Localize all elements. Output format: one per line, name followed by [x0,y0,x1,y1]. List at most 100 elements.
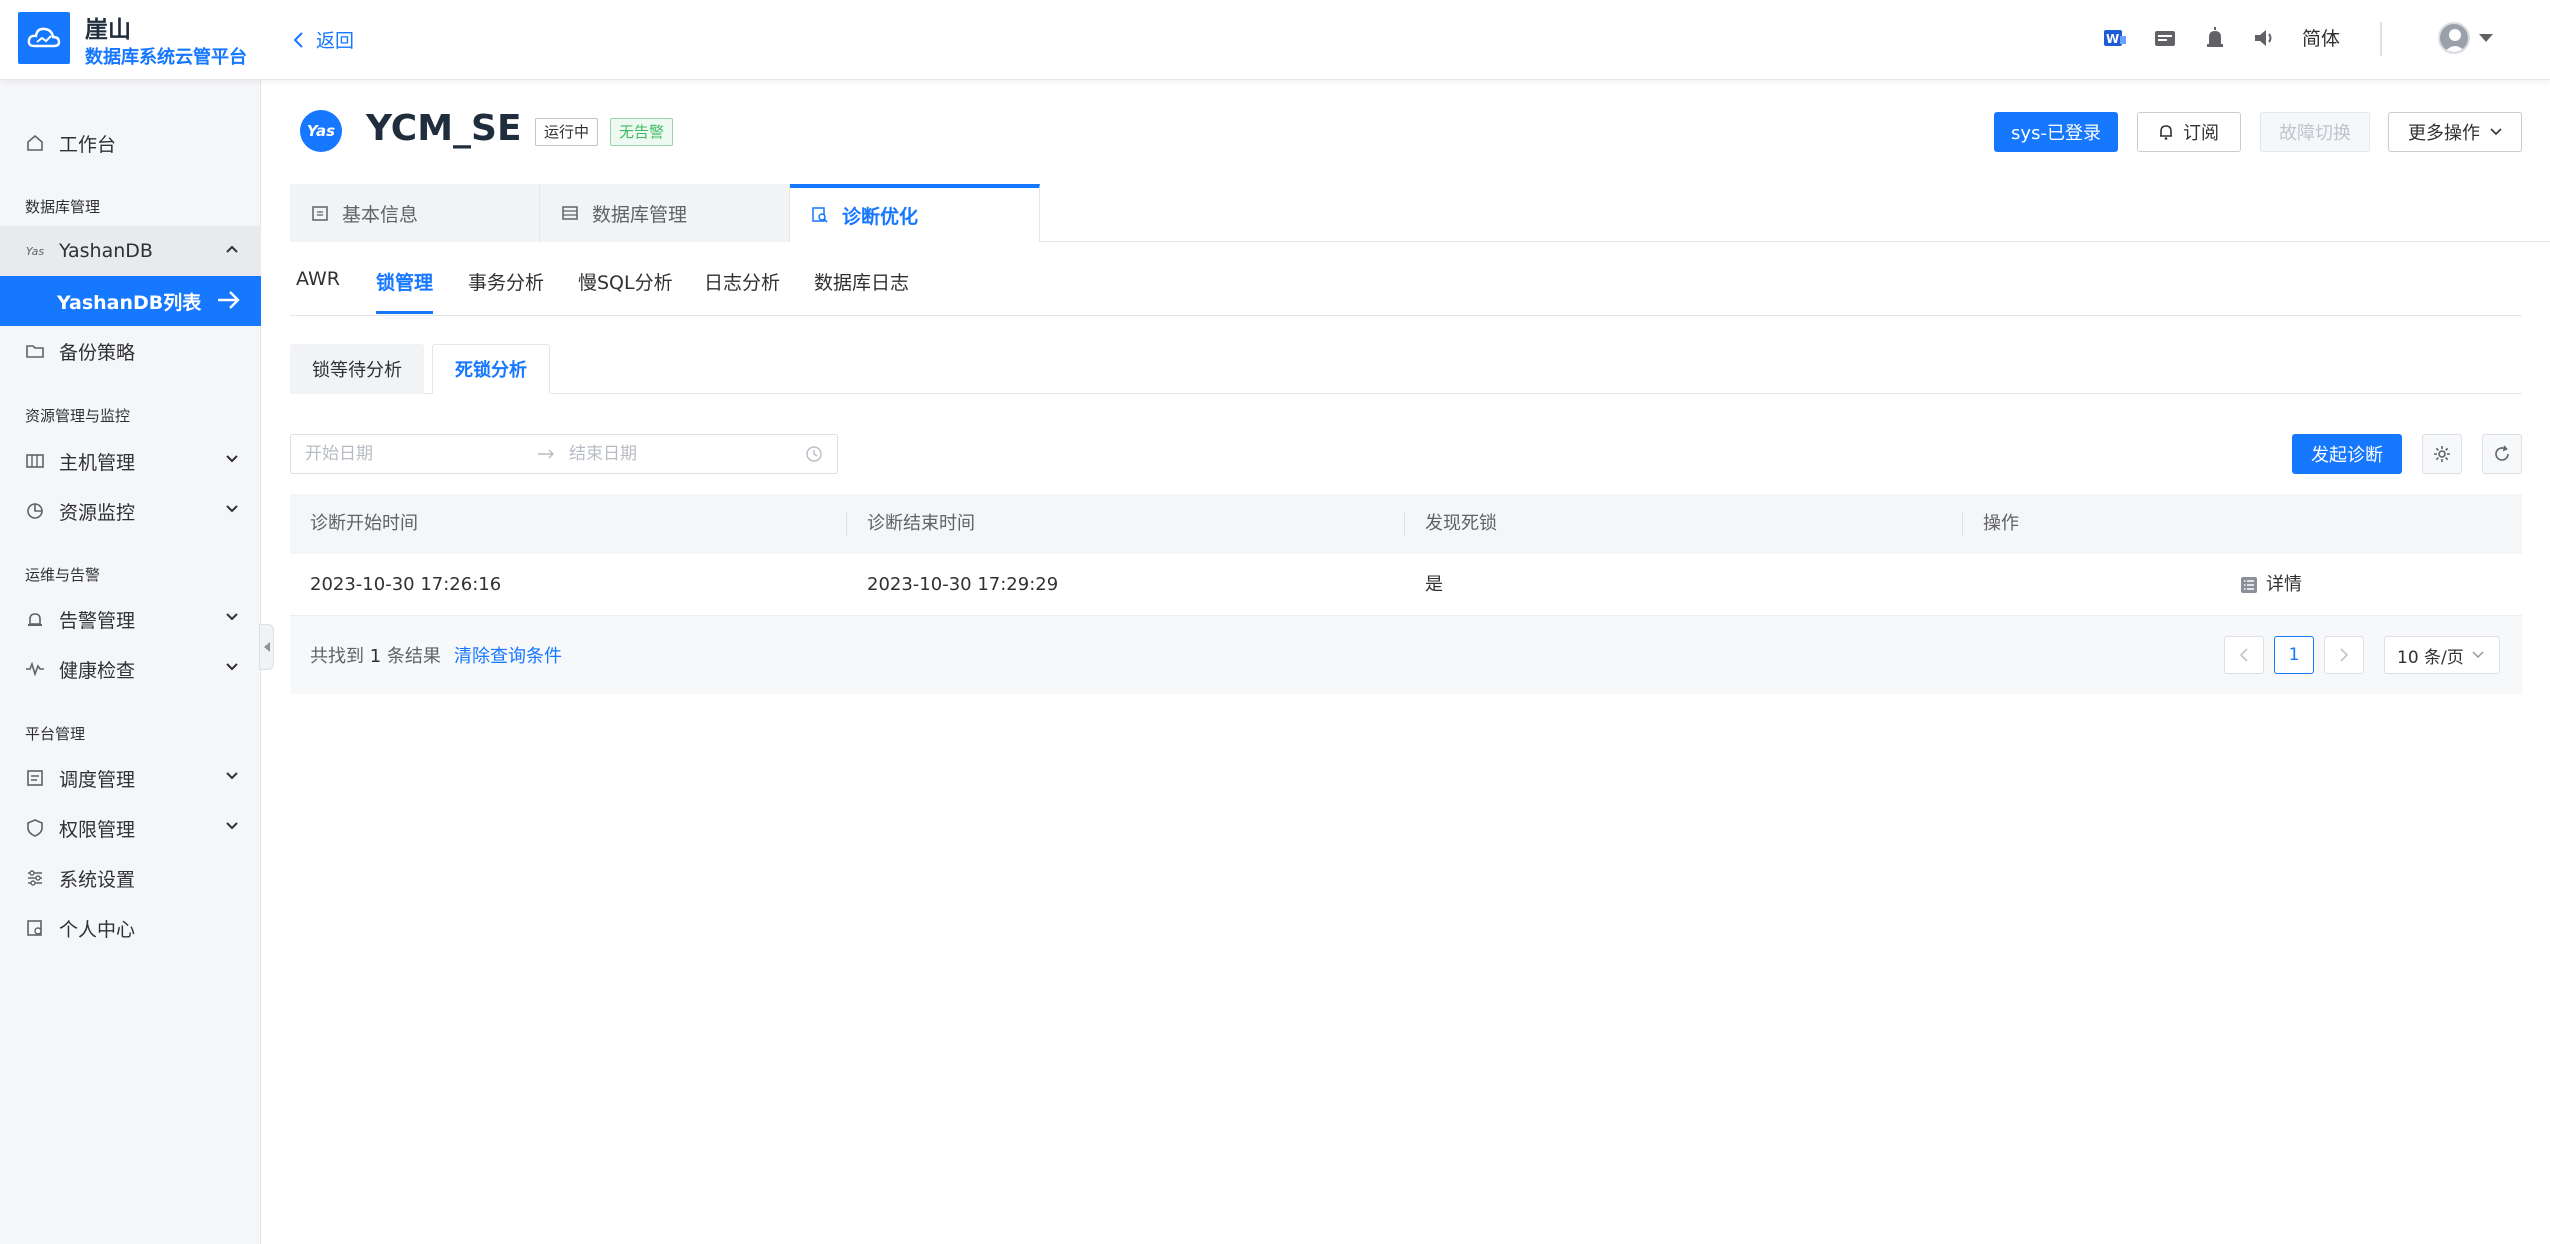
table-footer: 共找到 1 条结果 清除查询条件 1 10 条/页 [290,616,2522,694]
tab-lock-wait[interactable]: 锁等待分析 [290,344,424,394]
sidebar-item-label: 工作台 [59,133,117,156]
yas-icon: Yas [25,244,45,258]
lock-tabs: 锁等待分析 死锁分析 [290,344,2522,394]
result-count: 1 [369,646,382,667]
page-size-label: 10 条/页 [2397,647,2464,668]
subscribe-button[interactable]: 订阅 [2137,112,2241,152]
tab-transaction[interactable]: 事务分析 [468,268,544,314]
sidebar-group-ops: 运维与告警 [25,566,101,584]
tab-lock-mgmt[interactable]: 锁管理 [376,268,434,314]
more-actions-button[interactable]: 更多操作 [2388,112,2522,152]
svg-text:W: W [2106,32,2119,46]
page-number-button[interactable]: 1 [2274,636,2314,674]
clock-icon [806,446,822,462]
login-status-button[interactable]: sys-已登录 [1994,112,2118,152]
word-icon[interactable]: W [2102,25,2128,51]
caret-left-icon [263,642,270,652]
column-divider [1962,512,1963,536]
settings-button[interactable] [2422,434,2462,474]
sidebar-item-workbench[interactable]: 工作台 [0,118,261,168]
back-label: 返回 [316,30,355,52]
sidebar-item-label: 备份策略 [59,341,136,364]
main-content: Yas YCM_SE 运行中 无告警 sys-已登录 订阅 故障切换 更多操作 … [262,80,2550,1244]
tab-diagnosis[interactable]: 诊断优化 [790,184,1040,242]
shield-icon [25,819,45,837]
start-diagnosis-button[interactable]: 发起诊断 [2292,434,2402,474]
sidebar-item-backup[interactable]: 备份策略 [0,326,261,376]
tab-deadlock[interactable]: 死锁分析 [432,344,550,394]
tab-basic-info[interactable]: 基本信息 [290,184,540,242]
sidebar: 工作台 数据库管理 Yas YashanDB YashanDB列表 备份策略 资… [0,80,261,1244]
server-icon [25,453,45,469]
back-link[interactable]: 返回 [292,26,354,53]
table-header: 诊断开始时间 诊断结束时间 发现死锁 操作 [290,494,2522,554]
sidebar-collapse-handle[interactable] [259,624,274,670]
sidebar-item-yashandb[interactable]: Yas YashanDB [0,226,261,276]
brand-title: 崖山 [85,17,131,43]
column-header: 发现死锁 [1425,513,1497,534]
column-divider [846,512,847,536]
top-header: 崖山 数据库系统云管平台 返回 W 简体 [0,0,2550,80]
chevron-down-icon [2472,651,2484,658]
pulse-icon [25,661,45,677]
user-menu[interactable] [2438,22,2494,54]
tab-awr[interactable]: AWR [296,268,340,314]
bell-icon [2160,125,2172,140]
sidebar-item-label: YashanDB [59,240,153,262]
sidebar-item-resource-monitor[interactable]: 资源监控 [0,486,261,536]
calendar-icon [312,205,328,221]
end-date-input[interactable] [569,444,799,464]
sidebar-item-perm-mgmt[interactable]: 权限管理 [0,803,261,853]
diagnose-icon [812,207,828,223]
chevron-down-icon [226,613,238,621]
cell-end-time: 2023-10-30 17:29:29 [867,574,1059,595]
alarm-badge: 无告警 [610,118,674,146]
start-date-input[interactable] [305,444,523,464]
detail-link[interactable]: 详情 [2240,554,2302,616]
tab-db-management[interactable]: 数据库管理 [540,184,790,242]
sidebar-group-db: 数据库管理 [25,198,101,216]
sidebar-group-resource: 资源管理与监控 [25,407,131,425]
sidebar-item-health-check[interactable]: 健康检查 [0,644,261,694]
more-actions-label: 更多操作 [2408,123,2480,144]
gear-icon [2434,446,2450,462]
column-divider [1404,512,1405,536]
failover-button[interactable]: 故障切换 [2260,112,2370,152]
date-range-picker[interactable] [290,434,838,474]
tab-slow-sql[interactable]: 慢SQL分析 [578,268,673,314]
cell-start-time: 2023-10-30 17:26:16 [310,574,502,595]
result-suffix: 条结果 [386,646,441,667]
page-size-select[interactable]: 10 条/页 [2384,636,2500,674]
arrow-right-icon [218,291,240,309]
speaker-icon[interactable] [2252,25,2278,51]
list-icon [25,769,45,787]
chevron-left-icon [2239,648,2248,662]
sidebar-item-yashandb-list[interactable]: YashanDB列表 [0,276,261,326]
next-page-button[interactable] [2324,636,2364,674]
prev-page-button[interactable] [2224,636,2264,674]
alarm-icon[interactable] [2202,25,2228,51]
tab-db-log[interactable]: 数据库日志 [814,268,909,314]
chevron-right-icon [2340,648,2349,662]
main-tabs: 基本信息 数据库管理 诊断优化 [290,184,2550,242]
sidebar-item-alarm-mgmt[interactable]: 告警管理 [0,594,261,644]
chevron-left-icon [293,31,303,48]
sidebar-item-host-mgmt[interactable]: 主机管理 [0,436,261,486]
column-header: 操作 [1983,513,2019,534]
chevron-down-icon [2490,128,2502,136]
result-summary: 共找到 1 条结果 [310,642,441,668]
deadlock-table: 诊断开始时间 诊断结束时间 发现死锁 操作 2023-10-30 17:26:1… [290,494,2522,694]
clipboard-icon[interactable] [2152,25,2178,51]
sidebar-item-label: 调度管理 [59,768,136,791]
tab-label: 数据库管理 [592,203,688,226]
sidebar-item-personal-center[interactable]: 个人中心 [0,903,261,953]
language-switch[interactable]: 简体 [2302,24,2340,51]
sidebar-item-system-settings[interactable]: 系统设置 [0,853,261,903]
tab-log-analysis[interactable]: 日志分析 [704,268,780,314]
clear-filters-link[interactable]: 清除查询条件 [454,642,562,668]
status-badge: 运行中 [535,118,599,146]
sidebar-item-label: 资源监控 [59,501,136,524]
refresh-button[interactable] [2482,434,2522,474]
sidebar-item-schedule-mgmt[interactable]: 调度管理 [0,753,261,803]
database-list-icon [562,205,578,221]
